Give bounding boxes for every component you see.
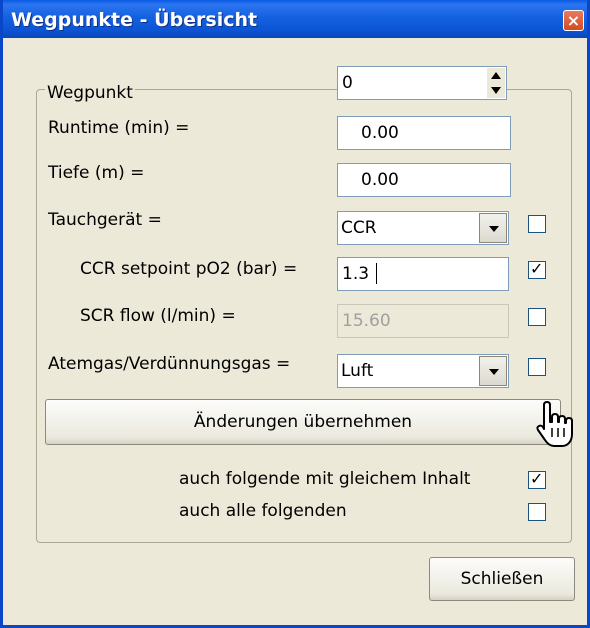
group-legend: Wegpunkt — [45, 83, 135, 103]
gas-select[interactable]: Luft — [337, 354, 509, 388]
chevron-down-icon[interactable] — [479, 356, 507, 386]
check-icon: ✓ — [530, 259, 544, 278]
runtime-label: Runtime (min) = — [48, 118, 190, 138]
setpoint-checkbox[interactable]: ✓ — [528, 259, 546, 279]
title-bar[interactable]: Wegpunkte - Übersicht × — [3, 0, 587, 38]
close-icon: × — [566, 11, 581, 30]
scr-flow-input: 15.60 — [337, 304, 509, 338]
runtime-value: 0.00 — [361, 123, 399, 143]
runtime-input[interactable]: 0.00 — [337, 116, 511, 150]
close-button-label: Schließen — [460, 569, 544, 589]
scr-flow-value: 15.60 — [342, 311, 391, 331]
dialog-window: Wegpunkte - Übersicht × Wegpunkt 0 Runti… — [0, 0, 590, 628]
gas-checkbox[interactable] — [528, 358, 546, 376]
spinner-arrows-icon[interactable] — [487, 68, 505, 98]
chevron-down-icon[interactable] — [479, 213, 507, 243]
close-button[interactable]: Schließen — [429, 557, 575, 601]
device-select[interactable]: CCR — [337, 211, 509, 245]
same-content-label: auch folgende mit gleichem Inhalt — [179, 469, 471, 489]
window-title: Wegpunkte - Übersicht — [11, 9, 258, 31]
gas-label: Atemgas/Verdünnungsgas = — [48, 354, 291, 374]
gas-value: Luft — [341, 361, 374, 381]
apply-button-label: Änderungen übernehmen — [193, 412, 413, 432]
setpoint-label: CCR setpoint pO2 (bar) = — [80, 259, 298, 279]
device-label: Tauchgerät = — [48, 210, 162, 230]
waypoint-value: 0 — [342, 73, 353, 93]
device-value: CCR — [341, 218, 377, 238]
all-following-label: auch alle folgenden — [179, 501, 347, 521]
depth-label: Tiefe (m) = — [48, 163, 145, 183]
depth-input[interactable]: 0.00 — [337, 163, 511, 197]
device-checkbox[interactable] — [528, 215, 546, 233]
same-content-checkbox[interactable]: ✓ — [528, 469, 546, 489]
waypoint-spinner[interactable]: 0 — [337, 66, 507, 100]
hand-pointer-icon — [536, 401, 573, 447]
scr-flow-label: SCR flow (l/min) = — [80, 306, 236, 326]
scr-flow-checkbox[interactable] — [528, 308, 546, 326]
close-window-button[interactable]: × — [563, 10, 584, 31]
text-caret — [376, 263, 377, 284]
check-icon: ✓ — [530, 469, 544, 488]
depth-value: 0.00 — [361, 170, 399, 190]
setpoint-value: 1.3 — [342, 264, 370, 284]
apply-changes-button[interactable]: Änderungen übernehmen — [45, 399, 561, 445]
setpoint-input[interactable]: 1.3 — [337, 257, 509, 291]
all-following-checkbox[interactable] — [528, 503, 546, 521]
